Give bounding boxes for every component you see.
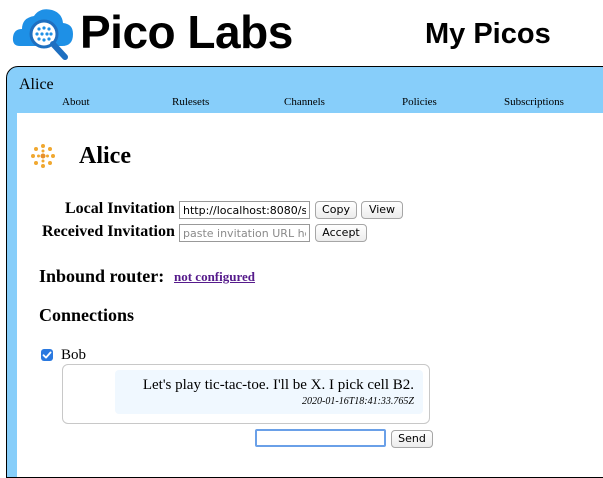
tab-channels[interactable]: Channels [284, 95, 325, 109]
local-invitation-field[interactable] [179, 201, 310, 219]
router-config-link[interactable]: not configured [174, 268, 255, 286]
chat-message-input[interactable] [255, 429, 386, 447]
sunburst-icon [31, 144, 55, 168]
chat-message: Let's play tic-tac-toe. I'll be X. I pic… [115, 370, 423, 414]
connection-checkbox[interactable] [41, 349, 53, 361]
page-title: My Picos [425, 18, 551, 50]
pico-name-tab[interactable]: Alice [19, 76, 54, 94]
chat-message-text: Let's play tic-tac-toe. I'll be X. I pic… [142, 377, 414, 393]
connections-title: Connections [39, 305, 135, 325]
brand-title: Pico Labs [80, 6, 293, 58]
about-content: Alice Local Invitation Copy View Receive… [17, 113, 603, 477]
tab-subscriptions[interactable]: Subscriptions [504, 95, 564, 109]
page-header: Pico Labs My Picos [0, 0, 603, 66]
view-button[interactable]: View [361, 201, 403, 219]
chat-message-time: 2020-01-16T18:41:33.765Z [302, 396, 414, 407]
connection-name: Bob [61, 347, 87, 363]
accept-button[interactable]: Accept [315, 224, 367, 242]
tab-rulesets[interactable]: Rulesets [172, 95, 209, 109]
tab-about[interactable]: About [62, 95, 90, 109]
received-invitation-label: Received Invitation [42, 223, 175, 240]
inbound-router-label: Inbound router: [39, 266, 165, 286]
tab-policies[interactable]: Policies [402, 95, 437, 109]
send-button[interactable]: Send [391, 430, 433, 448]
local-invitation-label: Local Invitation [65, 200, 175, 217]
pico-panel: Alice About Rulesets Channels Policies S… [6, 66, 603, 478]
pico-tabs: About Rulesets Channels Policies Subscri… [7, 95, 603, 111]
pico-heading-name: Alice [79, 143, 131, 169]
chat-box: Let's play tic-tac-toe. I'll be X. I pic… [62, 364, 430, 424]
received-invitation-field[interactable] [179, 224, 310, 242]
check-icon [42, 351, 52, 359]
copy-button[interactable]: Copy [315, 201, 357, 219]
cloud-magnifier-icon [12, 9, 73, 60]
